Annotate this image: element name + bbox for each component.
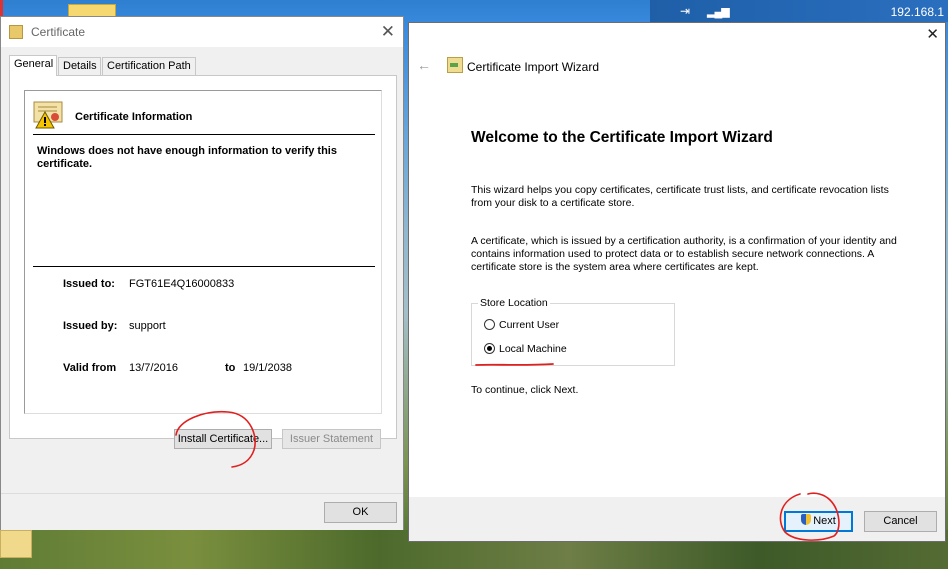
next-button[interactable]: Next [784,511,853,532]
certificate-info-heading: Certificate Information [75,111,193,123]
back-arrow-icon[interactable]: ← [417,57,431,73]
network-icon: ⇥ [680,4,691,18]
issued-by-label: Issued by: [63,320,118,332]
desktop-file-icon[interactable] [0,530,32,558]
current-user-radio[interactable] [484,319,495,330]
wizard-heading: Welcome to the Certificate Import Wizard [471,129,773,146]
certificate-warning-icon [33,101,63,129]
next-button-label: Next [813,515,836,527]
tab-details[interactable]: Details [58,57,101,75]
divider [33,266,375,267]
local-machine-radio[interactable] [484,343,495,354]
wizard-title: Certificate Import Wizard [467,60,600,74]
wizard-description: This wizard helps you copy certificates,… [471,184,889,209]
remote-status-bar: ⇥ ▂▄▆ 192.168.1 [650,0,948,22]
issuer-statement-button[interactable]: Issuer Statement [282,429,381,449]
local-machine-label: Local Machine [499,343,567,355]
valid-row: Valid from 13/7/2016 to 19/1/2038 [63,362,292,374]
valid-to-label: to [225,362,236,374]
tab-general[interactable]: General [9,55,57,76]
cancel-button[interactable]: Cancel [864,511,937,532]
close-icon[interactable]: ✕ [926,25,939,43]
close-icon[interactable]: ✕ [381,22,395,42]
certificate-info-box: Certificate Information Windows does not… [24,90,382,414]
valid-to-value: 19/1/2038 [243,362,292,374]
certificate-title: Certificate [31,25,86,39]
certificate-warning-text: Windows does not have enough information… [37,145,337,170]
signal-bars-icon: ▂▄▆ [707,6,730,18]
issued-to-value: FGT61E4Q16000833 [129,278,235,290]
store-location-group: Store Location Current User Local Machin… [471,297,675,366]
install-certificate-button[interactable]: Install Certificate... [174,429,272,449]
current-user-label: Current User [499,319,560,331]
ok-button[interactable]: OK [324,502,397,523]
general-tab-panel: Certificate Information Windows does not… [9,75,397,439]
divider [33,134,375,135]
valid-from-label: Valid from [63,362,117,374]
issued-to-row: Issued to: FGT61E4Q16000833 [63,278,234,290]
ip-address: 192.168.1 [890,5,944,19]
wizard-certificate-explanation: A certificate, which is issued by a cert… [471,235,897,273]
certificate-wizard-icon [447,57,463,73]
issued-by-value: support [129,320,166,332]
tab-certification-path[interactable]: Certification Path [102,57,196,75]
certificate-import-wizard: ✕ ← Certificate Import Wizard Welcome to… [408,22,946,542]
issued-to-label: Issued to: [63,278,115,290]
certificate-icon [9,25,23,39]
uac-shield-icon [801,514,812,525]
store-location-label: Store Location [478,297,550,309]
certificate-title-bar: Certificate ✕ [1,17,403,47]
issued-by-row: Issued by: support [63,320,166,332]
valid-from-value: 13/7/2016 [129,362,178,374]
continue-instruction: To continue, click Next. [471,384,579,396]
certificate-dialog: Certificate ✕ General Details Certificat… [0,16,404,530]
